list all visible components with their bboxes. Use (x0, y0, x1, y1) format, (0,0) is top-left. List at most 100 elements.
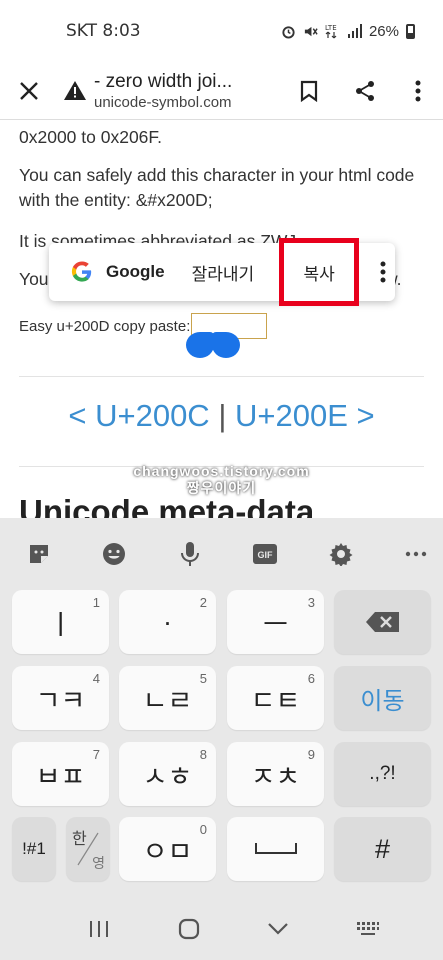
key-o-m[interactable]: ㅇㅁ 0 (119, 817, 216, 881)
home-button[interactable] (169, 909, 209, 949)
go-key[interactable]: 이동 (334, 666, 431, 730)
lte-icon: LTE (325, 24, 337, 39)
close-icon (20, 81, 38, 100)
key-num: 9 (307, 747, 315, 762)
system-nav-bar (0, 898, 443, 960)
hash-key[interactable]: # (334, 817, 431, 881)
emoji-icon (103, 543, 126, 565)
key-b-p[interactable]: ㅂㅍ 7 (12, 742, 109, 806)
popup-more-button[interactable] (377, 261, 389, 283)
key-label: ㄴㄹ (142, 685, 193, 716)
key-num: 0 (199, 822, 207, 837)
key-i[interactable]: ㅣ1 (12, 590, 109, 654)
bookmark-button[interactable] (281, 62, 337, 120)
key-g-k[interactable]: ㄱㅋ 4 (12, 666, 109, 730)
status-icons: LTE 26% (281, 23, 415, 40)
alarm-icon (282, 25, 295, 39)
copy-button[interactable]: 복사 (279, 238, 360, 306)
page-content: 0x2000 to 0x206F. You can safely add thi… (0, 121, 443, 518)
battery-percent: 26% (368, 22, 399, 40)
key-label: ㅅㅎ (142, 761, 193, 792)
more-vert-icon (380, 261, 386, 283)
gif-icon: GIF (253, 544, 278, 564)
key-num: 3 (307, 595, 315, 610)
keyboard-toolbar: GIF (0, 518, 443, 590)
sticker-icon (30, 545, 48, 563)
svg-text:LTE: LTE (325, 24, 337, 32)
divider (19, 376, 424, 377)
google-search-button[interactable]: Google (71, 261, 165, 283)
key-label: ㅇㅁ (142, 836, 193, 867)
space-key[interactable] (227, 817, 324, 881)
close-button[interactable] (0, 62, 58, 120)
battery-icon (406, 23, 415, 39)
next-char-link[interactable]: U+200E > (235, 398, 375, 433)
selection-handle-left[interactable] (186, 332, 214, 358)
insecure-warning-icon[interactable] (58, 80, 92, 101)
more-vert-icon (415, 80, 421, 101)
text-selection-popup: Google 잘라내기 복사 (49, 238, 395, 306)
watermark-line1: changwoos.tistory.com (133, 463, 310, 479)
prev-char-link[interactable]: < U+200C (68, 398, 209, 433)
key-label: !#1 (22, 839, 46, 858)
page-url: unicode-symbol.com (94, 93, 232, 111)
punctuation-key[interactable]: .,?! (334, 742, 431, 806)
key-label: · (163, 606, 172, 637)
key-s-h[interactable]: ㅅㅎ 8 (119, 742, 216, 806)
more-horiz-icon (405, 551, 427, 557)
key-label: .,?! (369, 763, 396, 784)
gif-label: GIF (258, 550, 274, 560)
back-button[interactable] (258, 909, 298, 949)
backspace-key[interactable] (334, 590, 431, 654)
key-label: ㅂㅍ (35, 761, 86, 792)
recent-apps-button[interactable] (79, 909, 119, 949)
warning-icon (64, 81, 86, 100)
range-text: 0x2000 to 0x206F. (19, 127, 163, 147)
overflow-menu-button[interactable] (393, 62, 443, 120)
share-button[interactable] (337, 62, 393, 120)
english-label: 영 (92, 855, 105, 871)
emoji-button[interactable] (99, 539, 129, 569)
sticker-button[interactable] (24, 539, 54, 569)
keyboard: GIF ㅣ1 · 2 ㅡ3 ㄱㅋ 4 ㄴㄹ 5 ㄷㅌ 6 이동 ㅂㅍ 7 ㅅㅎ 8 ㅈㅊ 9 … (0, 518, 443, 960)
nav-separator: | (218, 398, 227, 433)
entity-text: You can safely add this character in you… (19, 165, 415, 210)
gear-icon (329, 543, 353, 566)
key-d-t[interactable]: ㄷㅌ 6 (227, 666, 324, 730)
language-toggle-key[interactable]: 한 영 (66, 817, 110, 881)
selection-handle-right[interactable] (212, 332, 240, 358)
key-label: # (374, 833, 391, 864)
keyboard-more-button[interactable] (401, 539, 431, 569)
google-logo-icon (71, 261, 92, 282)
key-num: 2 (199, 595, 207, 610)
share-icon (356, 80, 374, 101)
browser-toolbar: - zero width joi... unicode-symbol.com (0, 62, 443, 120)
key-num: 7 (92, 747, 100, 762)
key-n-r[interactable]: ㄴㄹ 5 (119, 666, 216, 730)
key-dot[interactable]: · 2 (119, 590, 216, 654)
address-area[interactable]: - zero width joi... unicode-symbol.com (92, 71, 281, 111)
key-eu[interactable]: ㅡ3 (227, 590, 324, 654)
symbols-key[interactable]: !#1 (12, 817, 56, 881)
keyboard-settings-button[interactable] (326, 539, 356, 569)
recent-apps-icon (89, 921, 108, 937)
key-num: 1 (92, 595, 100, 610)
char-nav-links: < U+200C | U+200E > (0, 398, 443, 434)
voice-input-button[interactable] (175, 539, 205, 569)
copy-highlight-box (279, 238, 360, 306)
cut-button[interactable]: 잘라내기 (192, 260, 255, 285)
watermark-line2: 짱우이야기 (186, 480, 257, 496)
key-label: ㅡ (263, 609, 288, 640)
key-j-ch[interactable]: ㅈㅊ 9 (227, 742, 324, 806)
key-label: ㄷㅌ (250, 685, 301, 716)
chevron-down-icon (268, 923, 289, 935)
gif-button[interactable]: GIF (250, 539, 280, 569)
home-icon (178, 918, 199, 940)
mic-icon (180, 542, 199, 566)
keyboard-icon (357, 922, 380, 935)
mute-icon (304, 26, 318, 36)
key-num: 6 (307, 671, 315, 686)
status-bar: SKT 8:03 LTE 26% (0, 0, 443, 62)
keyboard-switch-button[interactable] (348, 909, 388, 949)
key-num: 4 (92, 671, 100, 686)
